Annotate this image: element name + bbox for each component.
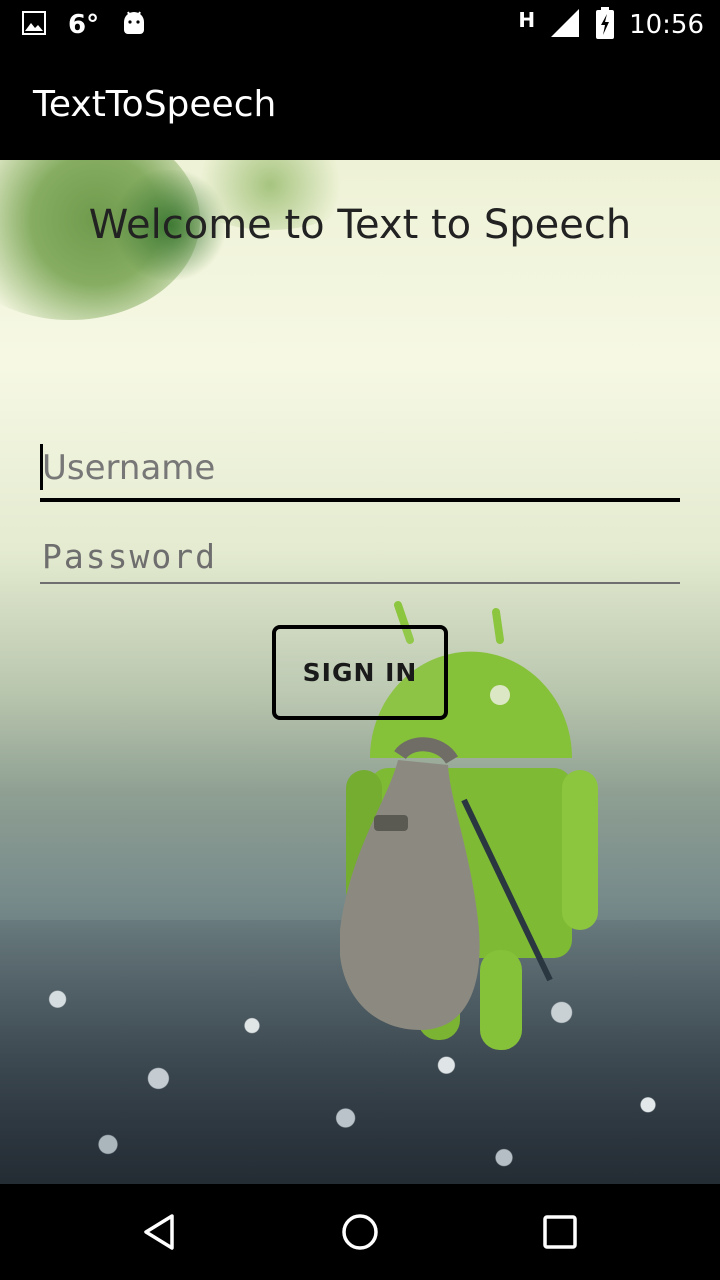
signal-icon	[549, 7, 581, 44]
battery-charging-icon	[595, 6, 615, 44]
username-field[interactable]	[40, 442, 680, 502]
network-type-text: H	[518, 8, 536, 32]
image-notification-icon	[22, 10, 46, 40]
welcome-heading: Welcome to Text to Speech	[88, 202, 632, 248]
app-bar: TextToSpeech	[0, 50, 720, 160]
app-title: TextToSpeech	[33, 84, 277, 125]
password-input[interactable]	[40, 532, 680, 580]
password-field[interactable]	[40, 532, 680, 584]
temperature-text: 6°	[68, 10, 100, 40]
status-bar: 6° H 10:56	[0, 0, 720, 50]
text-cursor	[40, 444, 43, 490]
login-screen: Welcome to Text to Speech SIGN IN	[0, 160, 720, 1184]
recents-icon[interactable]	[530, 1204, 590, 1260]
username-input[interactable]	[40, 442, 680, 494]
sign-in-button[interactable]: SIGN IN	[272, 625, 448, 720]
clock-text: 10:56	[629, 10, 704, 40]
android-notification-icon	[121, 10, 147, 41]
navigation-bar	[0, 1184, 720, 1280]
home-icon[interactable]	[330, 1204, 390, 1260]
back-icon[interactable]	[130, 1204, 190, 1260]
